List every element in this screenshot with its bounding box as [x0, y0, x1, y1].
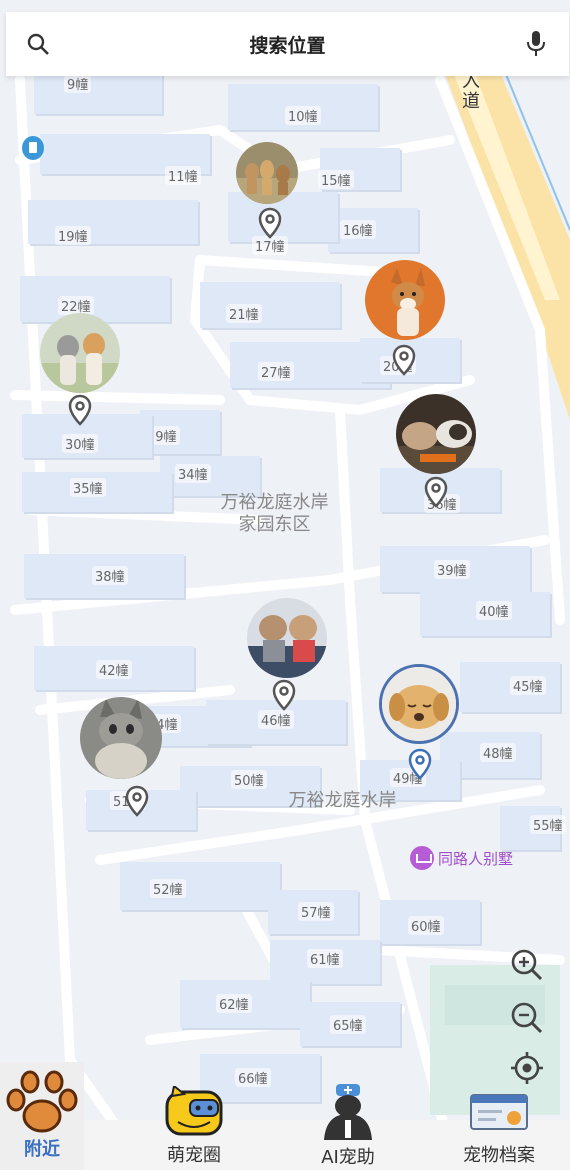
building-label: 39幢: [434, 560, 470, 579]
location-pin-icon: [408, 748, 432, 780]
paw-icon: [6, 1070, 78, 1133]
location-pin-icon: [392, 344, 416, 376]
building-label: 45幢: [510, 676, 546, 695]
location-pin-icon: [125, 785, 149, 817]
building-label: 61幢: [307, 949, 343, 968]
poi-label: 同路人别墅: [438, 849, 514, 868]
tab-label: 附近: [24, 1139, 60, 1160]
info-marker-icon[interactable]: [22, 136, 44, 160]
locate-me-icon[interactable]: [510, 1051, 544, 1085]
zoom-out-icon[interactable]: [510, 1001, 544, 1035]
building-label: 42幢: [96, 660, 132, 679]
building-label: 38幢: [92, 566, 128, 585]
pet-marker-cat[interactable]: [80, 697, 162, 779]
tab-ai-assistant[interactable]: AI宠助: [305, 1082, 391, 1170]
pet-marker-golden-retriever[interactable]: [379, 664, 459, 744]
building-block: [120, 862, 280, 910]
building-label: 40幢: [476, 601, 512, 620]
poi-marker[interactable]: 同路人别墅: [410, 846, 513, 870]
area-label-main: 万裕龙庭水岸: [288, 790, 397, 811]
building-label: 11幢: [165, 166, 201, 185]
building-label: 34幢: [175, 464, 211, 483]
location-pin-icon: [258, 207, 282, 239]
area-label-east: 万裕龙庭水岸 家园东区: [220, 492, 329, 535]
tab-label: 萌宠圈: [167, 1145, 221, 1166]
pet-file-icon: [470, 1094, 528, 1130]
building-label: 16幢: [340, 220, 376, 239]
building-label: 50幢: [231, 770, 267, 789]
location-pin-icon: [68, 394, 92, 426]
road-label: 入 道: [462, 71, 480, 112]
hotel-icon: [410, 846, 434, 870]
location-pin-icon: [272, 679, 296, 711]
search-bar[interactable]: 搜索位置: [6, 12, 569, 76]
building-label: 27幢: [258, 362, 294, 381]
building-label: 60幢: [408, 916, 444, 935]
building-label: 48幢: [480, 743, 516, 762]
building-label: 15幢: [318, 170, 354, 189]
pet-marker-guinea-pigs[interactable]: [396, 394, 476, 474]
building-block: [28, 200, 198, 244]
building-label: 62幢: [216, 994, 252, 1013]
zoom-in-icon[interactable]: [510, 948, 544, 982]
microphone-icon[interactable]: [527, 30, 545, 58]
building-label: 46幢: [258, 710, 294, 729]
pet-marker-corgi[interactable]: [365, 260, 445, 340]
pet-marker-yorkies[interactable]: [247, 598, 327, 678]
tab-label: 宠物档案: [463, 1145, 535, 1166]
tab-pet-circle[interactable]: 萌宠圈: [150, 1086, 238, 1170]
search-title: 搜索位置: [249, 35, 326, 57]
building-label: 30幢: [62, 434, 98, 453]
building-block: [34, 74, 162, 114]
pet-marker-two-dogs[interactable]: [40, 313, 120, 393]
building-label: 19幢: [55, 226, 91, 245]
building-label: 65幢: [330, 1015, 366, 1034]
tab-label: AI宠助: [321, 1147, 375, 1168]
tab-nearby[interactable]: 附近: [0, 1062, 84, 1170]
pet-circle-icon: [165, 1086, 223, 1136]
location-pin-icon: [424, 476, 448, 508]
ai-assistant-icon: [324, 1084, 372, 1140]
building-label: 66幢: [235, 1068, 271, 1087]
building-label: 10幢: [285, 106, 321, 125]
building-label: 35幢: [70, 478, 106, 497]
building-label: 9幢: [64, 74, 92, 93]
pet-marker-three-dogs[interactable]: [236, 142, 298, 204]
building-label: 55幢: [530, 815, 566, 834]
tab-pet-file[interactable]: 宠物档案: [455, 1094, 543, 1170]
building-label: 52幢: [150, 879, 186, 898]
building-block: [200, 282, 340, 328]
building-label: 21幢: [226, 304, 262, 323]
building-label: 57幢: [298, 902, 334, 921]
